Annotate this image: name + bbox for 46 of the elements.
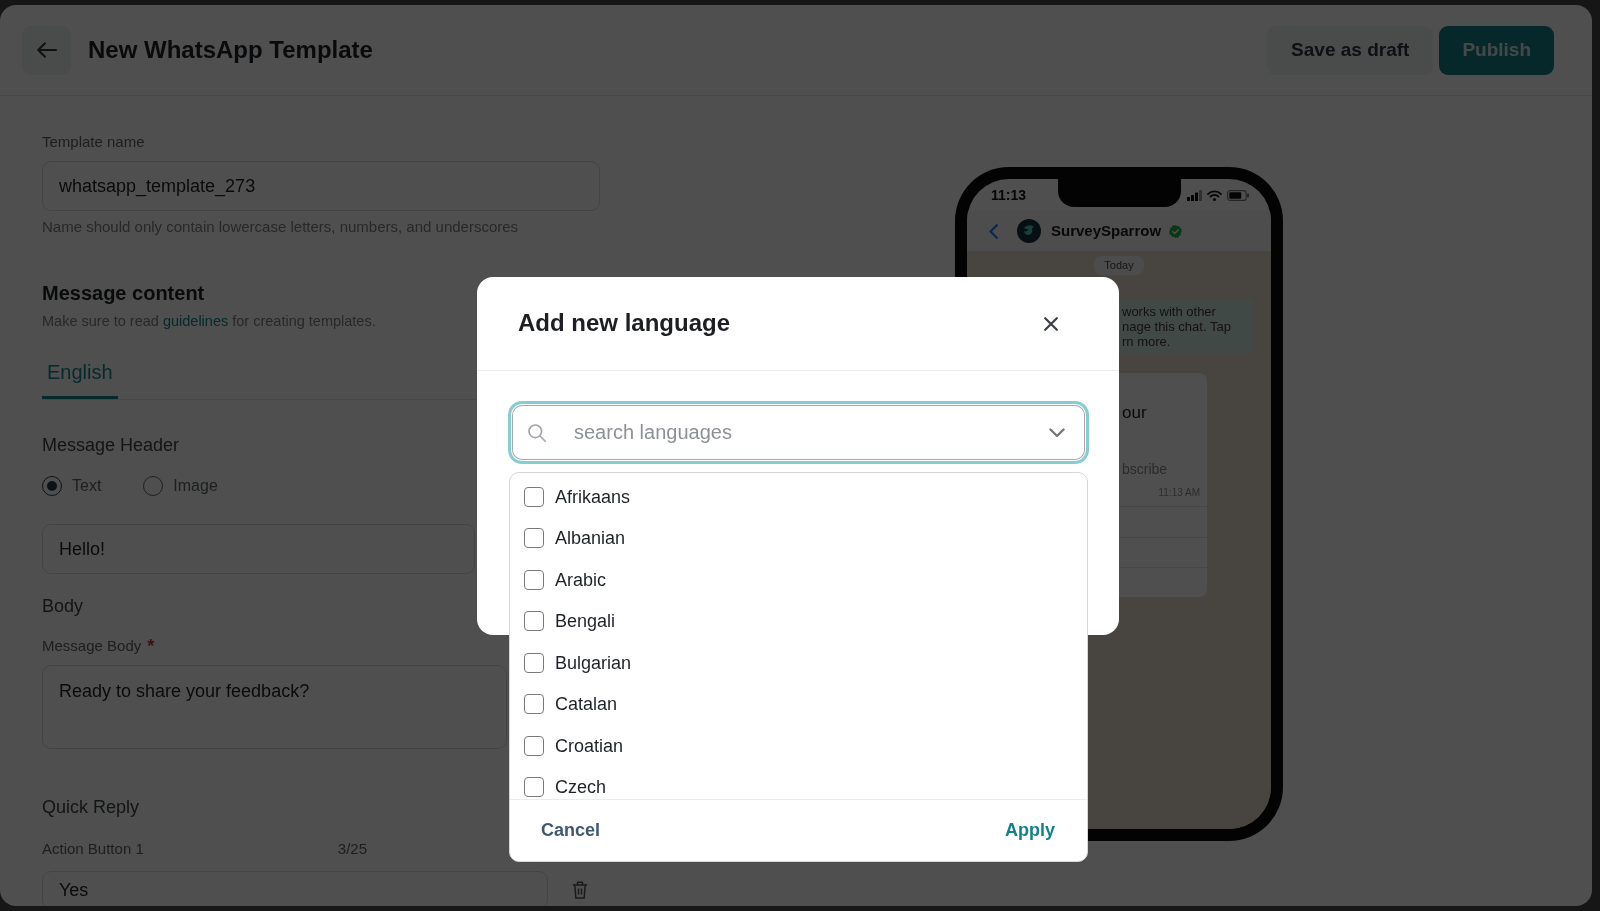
message-text: our bbox=[1122, 402, 1147, 424]
checkbox[interactable] bbox=[524, 694, 544, 715]
battery-icon bbox=[1227, 189, 1249, 201]
page-title: New WhatsApp Template bbox=[88, 35, 373, 65]
trash-icon[interactable] bbox=[572, 881, 588, 899]
signal-icon bbox=[1187, 189, 1202, 201]
status-time: 11:13 bbox=[991, 185, 1027, 205]
arrow-left-icon bbox=[36, 42, 57, 58]
text-input[interactable]: Yes bbox=[42, 871, 548, 906]
save-draft-button[interactable]: Save as draft bbox=[1267, 25, 1434, 75]
contact-name: SurveySparrow bbox=[1051, 220, 1162, 241]
language-name: Afrikaans bbox=[555, 485, 631, 508]
required-mark: * bbox=[147, 636, 155, 656]
guidelines-link[interactable]: guidelines bbox=[162, 313, 229, 329]
avatar-icon bbox=[1017, 219, 1041, 243]
language-name: Catalan bbox=[555, 693, 618, 716]
section-title: Message content bbox=[42, 281, 205, 306]
language-name: Bulgarian bbox=[555, 651, 632, 674]
checkbox[interactable] bbox=[524, 652, 544, 673]
search-field[interactable]: search languages bbox=[508, 401, 1089, 464]
checkbox[interactable] bbox=[524, 611, 544, 632]
text-input[interactable]: whatsapp_template_273 bbox=[42, 161, 600, 211]
checkbox[interactable] bbox=[524, 486, 544, 507]
language-name: Czech bbox=[555, 776, 607, 799]
message-textarea[interactable]: Ready to share your feedback? bbox=[42, 665, 507, 749]
text-input[interactable]: Hello! bbox=[42, 524, 475, 574]
checkbox[interactable] bbox=[524, 569, 544, 590]
language-tab[interactable]: English bbox=[42, 359, 118, 399]
language-name: Bengali bbox=[555, 610, 616, 633]
language-name: Croatian bbox=[555, 734, 624, 757]
section-label: Body bbox=[42, 595, 84, 618]
cancel-button[interactable]: Cancel bbox=[531, 811, 611, 850]
field-label: Message Header bbox=[42, 434, 180, 456]
language-name: Albanian bbox=[555, 527, 626, 550]
section-label: Quick Reply bbox=[42, 796, 140, 819]
dialog-title: Add new language bbox=[518, 309, 730, 338]
close-icon[interactable] bbox=[1044, 316, 1058, 331]
checkbox[interactable] bbox=[524, 528, 544, 549]
apply-button[interactable]: Apply bbox=[995, 811, 1065, 850]
search-icon bbox=[528, 423, 546, 442]
language-name: Arabic bbox=[555, 568, 607, 591]
back-button[interactable] bbox=[22, 25, 71, 75]
chevron-down-icon[interactable] bbox=[1049, 427, 1065, 438]
wifi-icon bbox=[1207, 189, 1222, 201]
checkbox[interactable] bbox=[524, 735, 544, 756]
checkbox[interactable] bbox=[524, 777, 544, 798]
